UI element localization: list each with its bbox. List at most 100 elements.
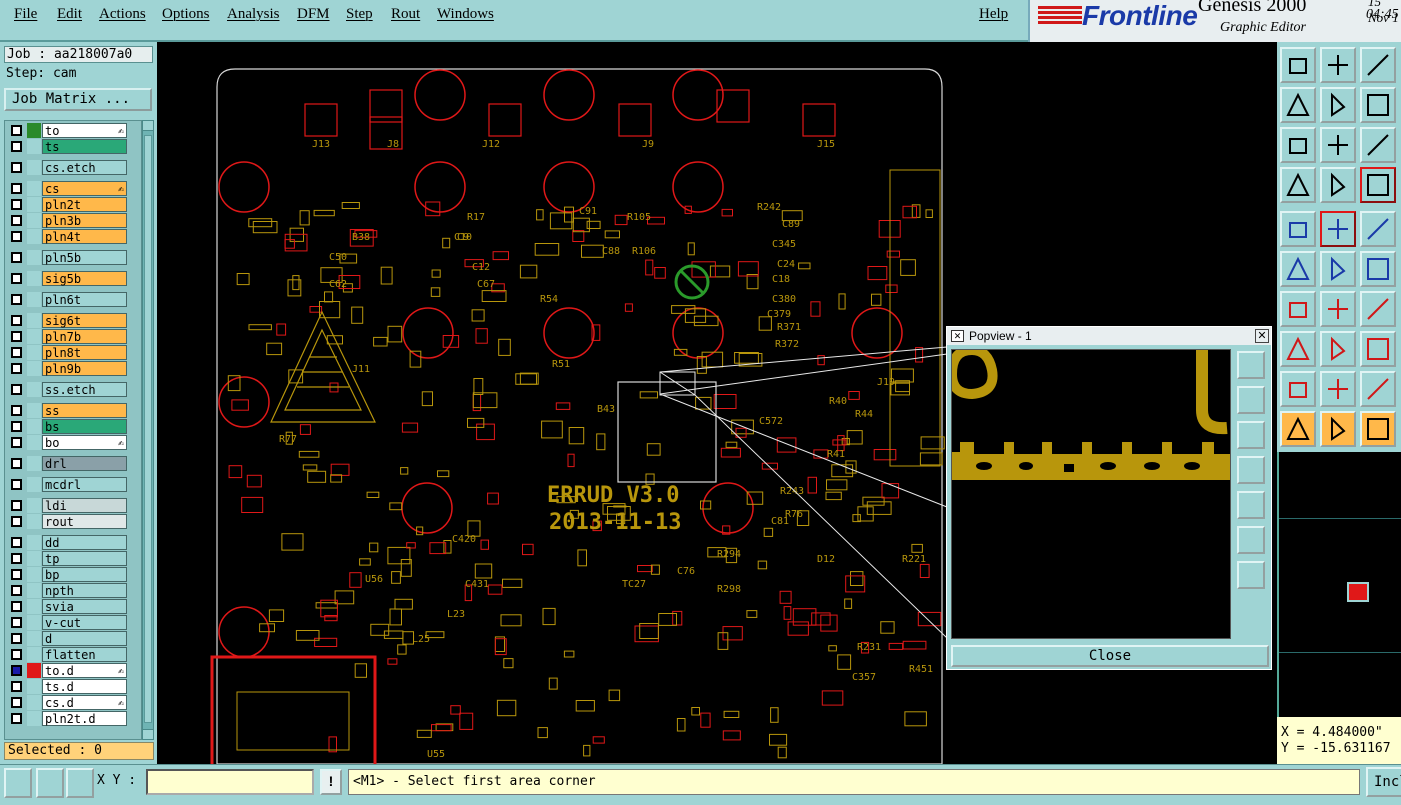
layer-row[interactable]: tp <box>7 551 141 566</box>
layer-row[interactable]: sig5b <box>7 271 141 286</box>
layer-checkbox[interactable] <box>11 125 22 136</box>
layer-checkbox[interactable] <box>11 437 22 448</box>
layer-checkbox[interactable] <box>11 537 22 548</box>
layer-checkbox[interactable] <box>11 649 22 660</box>
layer-row[interactable]: flatten <box>7 647 141 662</box>
layer-checkbox[interactable] <box>11 585 22 596</box>
pointer-circle-icon[interactable] <box>1360 411 1396 447</box>
layer-color-swatch[interactable] <box>27 615 41 630</box>
layer-row[interactable]: dd <box>7 535 141 550</box>
layer-color-swatch[interactable] <box>27 213 41 228</box>
layer-checkbox[interactable] <box>11 421 22 432</box>
zoom-back-icon[interactable] <box>1360 87 1396 123</box>
layer-row[interactable]: pln4t <box>7 229 141 244</box>
menu-analysis[interactable]: Analysis <box>227 6 280 23</box>
popview-zoom-out-icon[interactable] <box>1237 561 1265 589</box>
layer-name[interactable]: cs.etch <box>42 160 127 175</box>
save-icon[interactable] <box>1320 47 1356 83</box>
layer-checkbox[interactable] <box>11 601 22 612</box>
layer-color-swatch[interactable] <box>27 535 41 550</box>
layer-name[interactable]: to.d ✍ <box>42 663 127 678</box>
layer-name[interactable]: pln4t <box>42 229 127 244</box>
close-icon[interactable]: ✕ <box>1255 329 1269 343</box>
layer-list-scrollbar[interactable] <box>142 120 154 740</box>
layer-name[interactable]: pln9b <box>42 361 127 376</box>
edit-arc-icon[interactable] <box>1320 291 1356 327</box>
menu-help[interactable]: Help <box>979 6 1008 23</box>
layer-name[interactable]: pln6t <box>42 292 127 307</box>
add-pad-icon[interactable] <box>1280 331 1316 367</box>
layer-checkbox[interactable] <box>11 231 22 242</box>
layer-color-swatch[interactable] <box>27 695 41 710</box>
layer-row[interactable]: cs.etch <box>7 160 141 175</box>
layer-checkbox[interactable] <box>11 331 22 342</box>
layer-color-swatch[interactable] <box>27 361 41 376</box>
layer-row[interactable]: ss.etch <box>7 382 141 397</box>
layer-name[interactable]: pln5b <box>42 250 127 265</box>
popview-pan-down-icon[interactable] <box>1237 421 1265 449</box>
zoom-next-icon[interactable] <box>1320 87 1356 123</box>
layer-row[interactable]: pln3b <box>7 213 141 228</box>
layer-color-swatch[interactable] <box>27 419 41 434</box>
xy-input[interactable] <box>146 769 314 795</box>
layer-checkbox[interactable] <box>11 516 22 527</box>
layer-color-swatch[interactable] <box>27 551 41 566</box>
scroll-thumb[interactable] <box>144 135 152 723</box>
layer-name[interactable]: ss.etch <box>42 382 127 397</box>
layer-checkbox[interactable] <box>11 617 22 628</box>
layer-row[interactable]: pln2t <box>7 197 141 212</box>
layer-row[interactable]: pln9b <box>7 361 141 376</box>
layer-checkbox[interactable] <box>11 252 22 263</box>
add-line-icon[interactable] <box>1320 331 1356 367</box>
alert-icon[interactable]: ! <box>320 769 342 795</box>
measure-icon[interactable] <box>36 768 64 798</box>
layer-name[interactable]: drl <box>42 456 127 471</box>
delete-icon[interactable] <box>1320 251 1356 287</box>
layer-name[interactable]: ldi <box>42 498 127 513</box>
layer-row[interactable]: ss <box>7 403 141 418</box>
zoom-center-icon[interactable] <box>1320 127 1356 163</box>
layer-compare-icon[interactable] <box>1360 167 1396 203</box>
home-icon[interactable] <box>1360 47 1396 83</box>
menu-actions[interactable]: Actions <box>99 6 146 23</box>
layer-row[interactable]: pln7b <box>7 329 141 344</box>
layer-checkbox[interactable] <box>11 405 22 416</box>
layer-name[interactable]: svia <box>42 599 127 614</box>
popview-titlebar[interactable]: ✕ Popview - 1 ✕ <box>947 327 1271 345</box>
netlist-icon[interactable] <box>1280 251 1316 287</box>
layer-color-swatch[interactable] <box>27 599 41 614</box>
layer-checkbox[interactable] <box>11 315 22 326</box>
layer-row[interactable]: bo ✍ <box>7 435 141 450</box>
layer-color-swatch[interactable] <box>27 711 41 726</box>
layer-checkbox[interactable] <box>11 479 22 490</box>
layer-checkbox[interactable] <box>11 713 22 724</box>
layer-name[interactable]: ts <box>42 139 127 154</box>
layer-name[interactable]: pln7b <box>42 329 127 344</box>
layer-row[interactable]: ldi <box>7 498 141 513</box>
menu-options[interactable]: Options <box>162 6 210 23</box>
select-icon[interactable] <box>1280 211 1316 247</box>
layer-row[interactable]: rout <box>7 514 141 529</box>
layer-name[interactable]: cs.d ✍ <box>42 695 127 710</box>
layer-checkbox[interactable] <box>11 681 22 692</box>
move-icon[interactable] <box>1360 251 1396 287</box>
layer-name[interactable]: cs ✍ <box>42 181 127 196</box>
draw-line-icon[interactable] <box>1320 211 1356 247</box>
layer-row[interactable]: d <box>7 631 141 646</box>
dimension-icon[interactable] <box>1360 331 1396 367</box>
menu-step[interactable]: Step <box>346 6 373 23</box>
popview-zoom-fit-icon[interactable] <box>1237 351 1265 379</box>
layer-name[interactable]: ss <box>42 403 127 418</box>
layer-color-swatch[interactable] <box>27 514 41 529</box>
layer-name[interactable]: sig6t <box>42 313 127 328</box>
edit-line-icon[interactable] <box>1280 291 1316 327</box>
layer-color-swatch[interactable] <box>27 631 41 646</box>
layer-checkbox[interactable] <box>11 294 22 305</box>
layer-color-swatch[interactable] <box>27 345 41 360</box>
layer-name[interactable]: mcdrl <box>42 477 127 492</box>
cross-triangle-icon[interactable] <box>1360 371 1396 407</box>
layer-name[interactable]: bs <box>42 419 127 434</box>
layer-checkbox[interactable] <box>11 363 22 374</box>
layer-checkbox[interactable] <box>11 347 22 358</box>
popview-canvas[interactable] <box>951 349 1231 639</box>
